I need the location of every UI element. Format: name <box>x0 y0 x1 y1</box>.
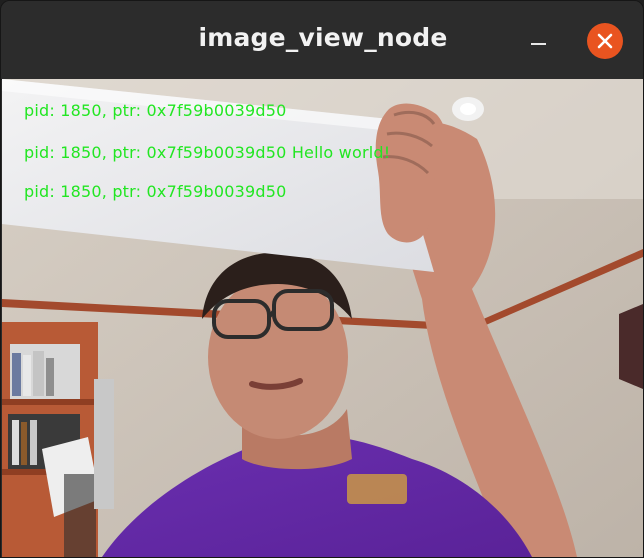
close-button[interactable] <box>587 23 623 59</box>
overlay-text-line-2: pid: 1850, ptr: 0x7f59b0039d50 Hello wor… <box>24 143 391 162</box>
title-bar[interactable]: image_view_node <box>1 1 643 80</box>
overlay-text-line-1: pid: 1850, ptr: 0x7f59b0039d50 <box>24 101 287 120</box>
minimize-button[interactable] <box>523 31 555 55</box>
minimize-icon <box>531 43 546 45</box>
camera-image-view: pid: 1850, ptr: 0x7f59b0039d50 pid: 1850… <box>2 79 643 557</box>
overlay-text-line-3: pid: 1850, ptr: 0x7f59b0039d50 <box>24 182 287 201</box>
app-window: image_view_node pid: 1850, ptr: 0x7f59b0… <box>0 0 644 558</box>
close-icon <box>597 33 613 49</box>
